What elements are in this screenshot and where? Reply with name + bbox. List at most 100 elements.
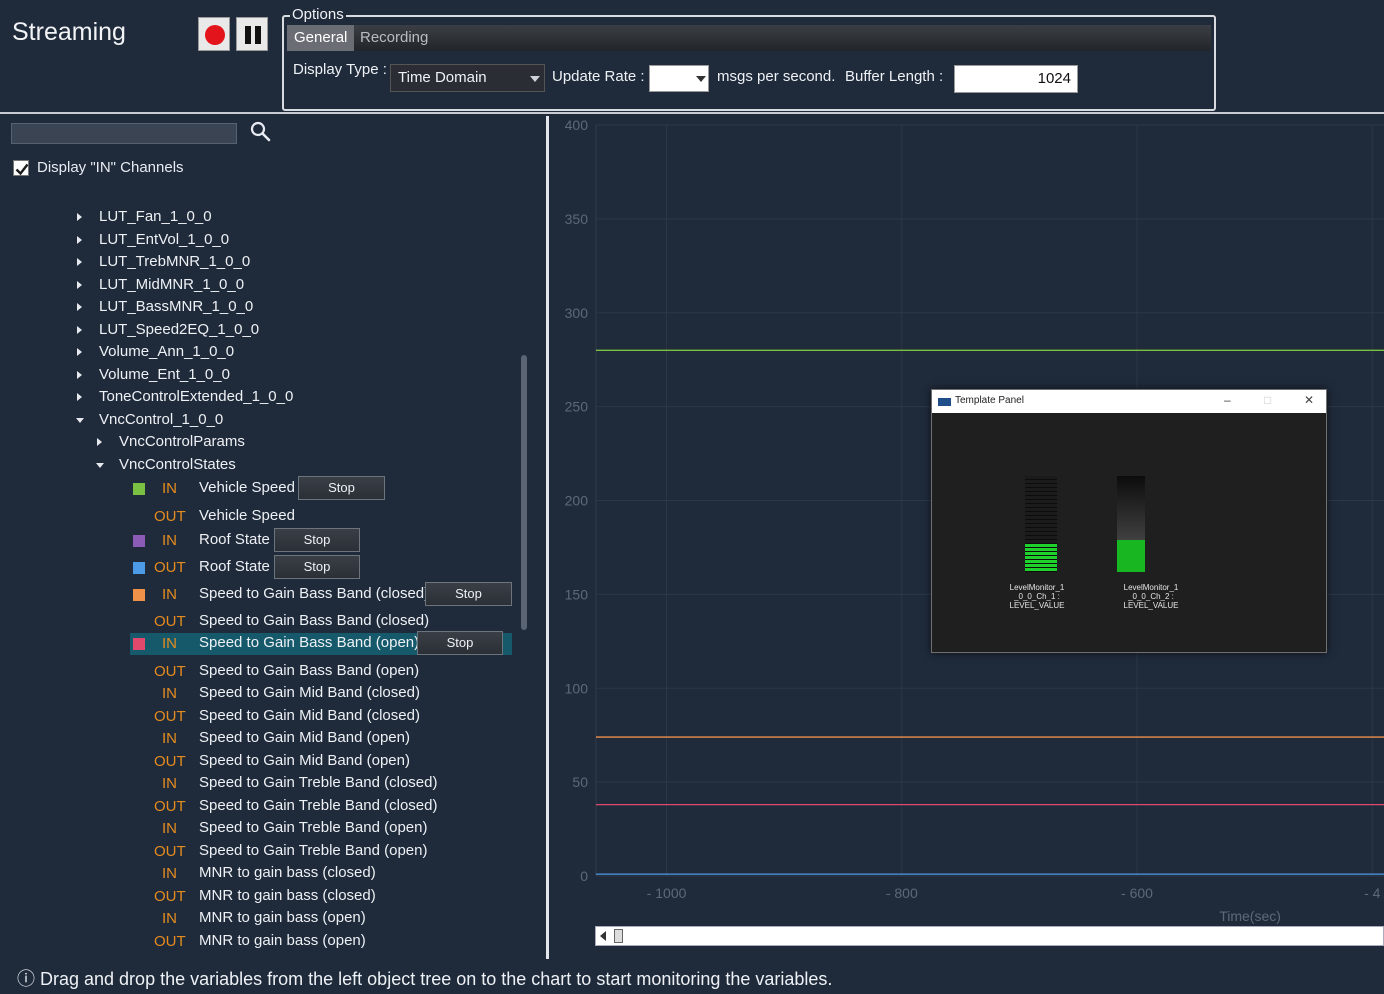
- close-icon[interactable]: ✕: [1304, 393, 1314, 407]
- record-icon: [205, 25, 225, 45]
- header-bar: Streaming Options General Recording Disp…: [0, 0, 1384, 114]
- options-tabbar: General Recording: [287, 25, 1211, 51]
- y-tick-label: 200: [565, 493, 589, 509]
- tree-node[interactable]: VncControlStates: [119, 456, 236, 473]
- meter-segment: [1025, 492, 1057, 495]
- stop-button[interactable]: Stop: [298, 476, 385, 500]
- expand-arrow-icon[interactable]: [77, 236, 82, 244]
- expand-arrow-icon[interactable]: [97, 438, 102, 446]
- variable-name[interactable]: Vehicle Speed: [199, 507, 295, 524]
- variable-name[interactable]: Speed to Gain Mid Band (closed): [199, 684, 420, 701]
- variable-name[interactable]: Speed to Gain Mid Band (open): [199, 729, 410, 746]
- variable-name[interactable]: Speed to Gain Treble Band (open): [199, 842, 428, 859]
- expand-arrow-icon[interactable]: [77, 303, 82, 311]
- io-direction-label: OUT: [154, 613, 186, 630]
- meter-segment: [1025, 508, 1057, 511]
- tree-node[interactable]: Volume_Ent_1_0_0: [99, 366, 230, 383]
- variable-name[interactable]: MNR to gain bass (closed): [199, 887, 376, 904]
- search-icon[interactable]: [249, 120, 273, 144]
- template-panel-titlebar[interactable]: Template Panel – □ ✕: [932, 390, 1326, 413]
- tab-recording[interactable]: Recording: [353, 25, 435, 51]
- expand-arrow-icon[interactable]: [77, 258, 82, 266]
- variable-name[interactable]: Speed to Gain Bass Band (closed): [199, 585, 429, 602]
- tree-node[interactable]: LUT_MidMNR_1_0_0: [99, 276, 244, 293]
- tree-node[interactable]: VncControl_1_0_0: [99, 411, 223, 428]
- stop-button[interactable]: Stop: [274, 528, 360, 552]
- tree-node[interactable]: LUT_Fan_1_0_0: [99, 208, 212, 225]
- variable-name[interactable]: Speed to Gain Bass Band (open): [199, 662, 419, 679]
- pause-icon: [245, 26, 251, 44]
- collapse-arrow-icon[interactable]: [96, 463, 104, 468]
- expand-arrow-icon[interactable]: [77, 348, 82, 356]
- io-direction-label: OUT: [154, 559, 186, 576]
- variable-name[interactable]: Vehicle Speed: [199, 479, 295, 496]
- stop-button[interactable]: Stop: [425, 582, 512, 606]
- display-type-label: Display Type :: [293, 61, 387, 78]
- search-input[interactable]: [11, 123, 237, 144]
- minimize-icon[interactable]: –: [1224, 393, 1231, 407]
- tree-node[interactable]: LUT_BassMNR_1_0_0: [99, 298, 253, 315]
- variable-name[interactable]: Speed to Gain Treble Band (closed): [199, 774, 437, 791]
- tree-node[interactable]: VncControlParams: [119, 433, 245, 450]
- meter-segment: [1025, 524, 1057, 527]
- meter-segment: [1025, 544, 1057, 547]
- tree-node[interactable]: LUT_EntVol_1_0_0: [99, 231, 229, 248]
- maximize-icon[interactable]: □: [1264, 393, 1271, 407]
- variable-name[interactable]: Roof State: [199, 531, 270, 548]
- io-direction-label: IN: [162, 820, 177, 837]
- template-panel-window[interactable]: Template Panel – □ ✕ LevelMonitor_1 _0_0…: [931, 389, 1327, 653]
- variable-name[interactable]: MNR to gain bass (open): [199, 932, 366, 949]
- x-tick-label: - 800: [886, 885, 918, 901]
- meter-segment: [1025, 476, 1057, 479]
- x-tick-label: - 600: [1121, 885, 1153, 901]
- io-direction-label: IN: [162, 635, 177, 652]
- display-in-checkbox[interactable]: [13, 160, 29, 176]
- meter-segment: [1025, 484, 1057, 487]
- update-rate-suffix: msgs per second.: [717, 68, 836, 85]
- series-color-swatch: [133, 638, 145, 650]
- variable-name[interactable]: Speed to Gain Mid Band (open): [199, 752, 410, 769]
- update-rate-select[interactable]: [649, 65, 709, 92]
- meter-segment: [1025, 536, 1057, 539]
- tree-node[interactable]: ToneControlExtended_1_0_0: [99, 388, 293, 405]
- variable-name[interactable]: MNR to gain bass (closed): [199, 864, 376, 881]
- chevron-down-icon: [696, 76, 706, 82]
- chart-horizontal-scrollbar[interactable]: [595, 926, 1384, 946]
- variable-name[interactable]: Roof State: [199, 558, 270, 575]
- variable-name[interactable]: Speed to Gain Bass Band (open): [199, 634, 419, 651]
- y-tick-label: 0: [580, 868, 588, 884]
- collapse-arrow-icon[interactable]: [76, 418, 84, 423]
- expand-arrow-icon[interactable]: [77, 213, 82, 221]
- tree-node[interactable]: LUT_TrebMNR_1_0_0: [99, 253, 250, 270]
- y-tick-label: 400: [565, 117, 589, 133]
- variable-name[interactable]: Speed to Gain Mid Band (closed): [199, 707, 420, 724]
- io-direction-label: IN: [162, 730, 177, 747]
- variable-name[interactable]: Speed to Gain Bass Band (closed): [199, 612, 429, 629]
- expand-arrow-icon[interactable]: [77, 326, 82, 334]
- pause-button[interactable]: [236, 17, 268, 51]
- tree-node-clipped: _ _ _ _: [123, 190, 163, 198]
- io-direction-label: OUT: [154, 933, 186, 950]
- io-direction-label: OUT: [154, 798, 186, 815]
- variable-name[interactable]: Speed to Gain Treble Band (open): [199, 819, 428, 836]
- variable-name[interactable]: Speed to Gain Treble Band (closed): [199, 797, 437, 814]
- stop-button[interactable]: Stop: [274, 555, 360, 579]
- io-direction-label: OUT: [154, 888, 186, 905]
- scrollbar-thumb[interactable]: [614, 929, 623, 943]
- meter-segment: [1025, 540, 1057, 543]
- panel-splitter[interactable]: [546, 116, 549, 959]
- variable-name[interactable]: MNR to gain bass (open): [199, 909, 366, 926]
- tree-scrollbar[interactable]: [521, 355, 527, 630]
- tab-general[interactable]: General: [287, 25, 355, 51]
- level-meter-ch2: [1117, 476, 1145, 572]
- display-type-select[interactable]: Time Domain: [390, 64, 545, 92]
- stop-button[interactable]: Stop: [417, 631, 503, 655]
- expand-arrow-icon[interactable]: [77, 281, 82, 289]
- record-button[interactable]: [198, 17, 230, 51]
- tree-node[interactable]: LUT_Speed2EQ_1_0_0: [99, 321, 259, 338]
- expand-arrow-icon[interactable]: [77, 371, 82, 379]
- expand-arrow-icon[interactable]: [77, 393, 82, 401]
- buffer-length-input[interactable]: 1024: [954, 65, 1078, 93]
- scroll-left-icon[interactable]: [600, 931, 606, 941]
- tree-node[interactable]: Volume_Ann_1_0_0: [99, 343, 234, 360]
